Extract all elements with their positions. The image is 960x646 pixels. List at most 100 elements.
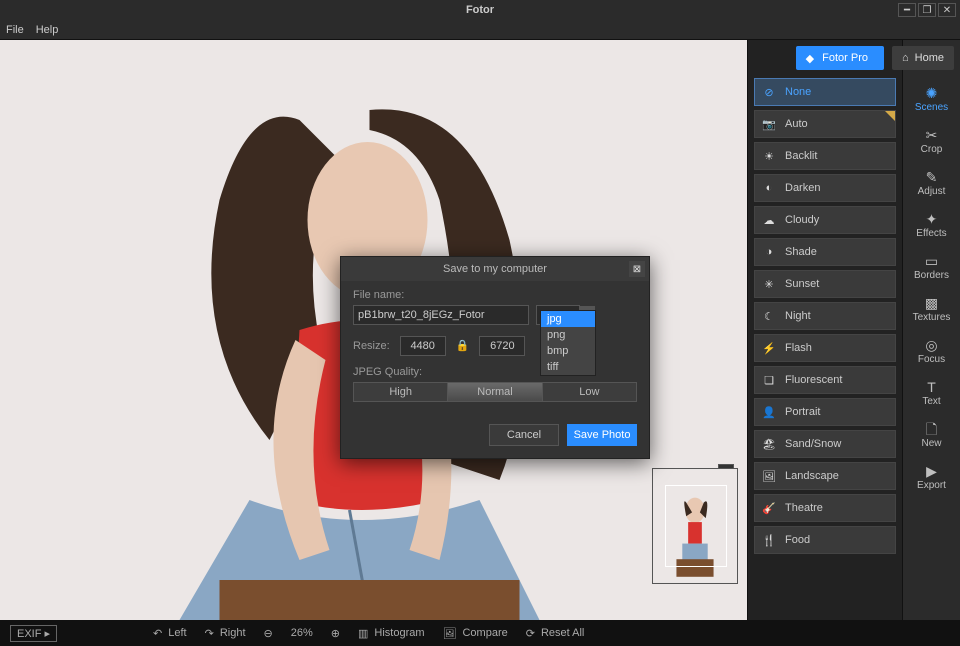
scene-label: Fluorescent	[785, 374, 842, 386]
scene-icon: ☁	[761, 213, 777, 227]
tool-new[interactable]: 🗋New	[903, 414, 960, 456]
dialog-close-button[interactable]: ⊠	[629, 261, 645, 277]
scene-label: Theatre	[785, 502, 823, 514]
scene-label: Food	[785, 534, 810, 546]
reset-all-button[interactable]: ⟳Reset All	[526, 627, 585, 640]
resize-width-input[interactable]	[400, 336, 446, 356]
title-bar: Fotor ━ ❐ ✕	[0, 0, 960, 20]
zoom-out-button[interactable]: ⊖	[264, 627, 273, 640]
tool-scenes[interactable]: ✺ Scenes	[903, 78, 960, 120]
crop-icon: ✂	[926, 128, 938, 142]
new-icon: 🗋	[926, 422, 937, 436]
scene-item-sunset[interactable]: ✳ Sunset	[754, 270, 896, 298]
scene-item-flash[interactable]: ⚡Flash	[754, 334, 896, 362]
menu-bar: File Help	[0, 20, 960, 40]
zoom-level: 26%	[291, 627, 313, 639]
status-bar: EXIF ▸ ↶Left ↷Right ⊖ 26% ⊕ ▥Histogram 🖼…	[0, 620, 960, 646]
tool-label: Export	[917, 480, 946, 491]
fotor-pro-button[interactable]: ◆ Fotor Pro	[796, 46, 884, 70]
extension-option-jpg[interactable]: jpg	[541, 311, 595, 327]
tool-label: Text	[922, 396, 940, 407]
menu-file[interactable]: File	[6, 24, 24, 36]
tool-adjust[interactable]: ✎ Adjust	[903, 162, 960, 204]
extension-option-tiff[interactable]: tiff	[541, 359, 595, 375]
scene-label: Cloudy	[785, 214, 819, 226]
scene-label: Flash	[785, 342, 812, 354]
scene-item-auto[interactable]: 📷Auto	[754, 110, 896, 138]
scene-icon: 👤	[761, 405, 777, 419]
quality-low-button[interactable]: Low	[543, 382, 637, 402]
zoom-in-icon: ⊕	[331, 627, 340, 640]
app-title: Fotor	[466, 4, 494, 16]
scene-icon: ✳	[761, 277, 777, 291]
scene-label: Night	[785, 310, 811, 322]
histogram-button[interactable]: ▥Histogram	[358, 627, 425, 640]
lock-aspect-icon[interactable]: 🔒	[456, 339, 470, 352]
scene-item-food[interactable]: 🍴 Food	[754, 526, 896, 554]
scene-icon: ◑	[761, 245, 777, 259]
scene-item-landscape[interactable]: 🖼Landscape	[754, 462, 896, 490]
scene-item-sand-snow[interactable]: 🏖Sand/Snow	[754, 430, 896, 458]
zoom-in-button[interactable]: ⊕	[331, 627, 340, 640]
filename-label: File name:	[353, 289, 637, 301]
quality-high-button[interactable]: High	[353, 382, 448, 402]
scene-item-fluorescent[interactable]: ❏ Fluorescent	[754, 366, 896, 394]
resize-height-input[interactable]	[479, 336, 525, 356]
adjust-icon: ✎	[926, 170, 938, 184]
rotate-right-button[interactable]: ↷Right	[205, 627, 246, 640]
scene-icon: ◐	[761, 181, 777, 195]
menu-help[interactable]: Help	[36, 24, 59, 36]
scene-item-darken[interactable]: ◐ Darken	[754, 174, 896, 202]
save-dialog: Save to my computer ⊠ File name: jpg▼ Re…	[340, 256, 650, 459]
effects-icon: ✦	[926, 212, 938, 226]
quality-normal-button[interactable]: Normal	[448, 382, 542, 402]
exif-button[interactable]: EXIF ▸	[10, 625, 57, 642]
scene-item-backlit[interactable]: ☀Backlit	[754, 142, 896, 170]
scene-icon: ⊘	[761, 85, 777, 99]
zoom-out-icon: ⊖	[264, 627, 273, 640]
scene-item-shade[interactable]: ◑Shade	[754, 238, 896, 266]
tool-export[interactable]: ▶ Export	[903, 456, 960, 498]
scene-label: Sunset	[785, 278, 819, 290]
resize-label: Resize:	[353, 340, 390, 352]
extension-option-png[interactable]: png	[541, 327, 595, 343]
scene-label: Darken	[785, 182, 820, 194]
minimize-button[interactable]: ━	[898, 3, 916, 17]
tool-label: Scenes	[915, 102, 948, 113]
scene-item-night[interactable]: ☾Night	[754, 302, 896, 330]
scene-icon: ❏	[761, 373, 777, 387]
tool-textures[interactable]: ▩Textures	[903, 288, 960, 330]
scene-item-theatre[interactable]: 🎸Theatre	[754, 494, 896, 522]
tool-label: Adjust	[918, 186, 946, 197]
scenes-icon: ✺	[926, 86, 938, 100]
export-icon: ▶	[926, 464, 937, 478]
tool-effects[interactable]: ✦Effects	[903, 204, 960, 246]
diamond-icon: ◆	[806, 52, 814, 65]
scene-badge	[885, 111, 895, 121]
home-button[interactable]: ⌂ Home	[892, 46, 954, 70]
scene-label: Sand/Snow	[785, 438, 841, 450]
save-photo-button[interactable]: Save Photo	[567, 424, 637, 446]
scene-icon: 🍴	[761, 533, 777, 547]
maximize-button[interactable]: ❐	[918, 3, 936, 17]
tool-focus[interactable]: ◎Focus	[903, 330, 960, 372]
tool-label: Crop	[921, 144, 943, 155]
tool-borders[interactable]: ▭Borders	[903, 246, 960, 288]
tool-sidebar: ✺ Scenes ✂ Crop ✎ Adjust ✦Effects▭Borders▩Text…	[902, 40, 960, 620]
close-button[interactable]: ✕	[938, 3, 956, 17]
filename-input[interactable]	[353, 305, 529, 325]
scene-item-none[interactable]: ⊘None	[754, 78, 896, 106]
scene-label: Landscape	[785, 470, 839, 482]
extension-option-bmp[interactable]: bmp	[541, 343, 595, 359]
tool-label: Textures	[913, 312, 951, 323]
reset-icon: ⟳	[526, 627, 535, 640]
scene-item-cloudy[interactable]: ☁ Cloudy	[754, 206, 896, 234]
cancel-button[interactable]: Cancel	[489, 424, 559, 446]
thumbnail-preview[interactable]	[652, 468, 738, 584]
compare-button[interactable]: 🖼Compare	[443, 627, 508, 640]
scene-icon: 📷	[761, 117, 777, 131]
tool-crop[interactable]: ✂ Crop	[903, 120, 960, 162]
rotate-left-button[interactable]: ↶Left	[153, 627, 187, 640]
tool-text[interactable]: TText	[903, 372, 960, 414]
scene-item-portrait[interactable]: 👤Portrait	[754, 398, 896, 426]
